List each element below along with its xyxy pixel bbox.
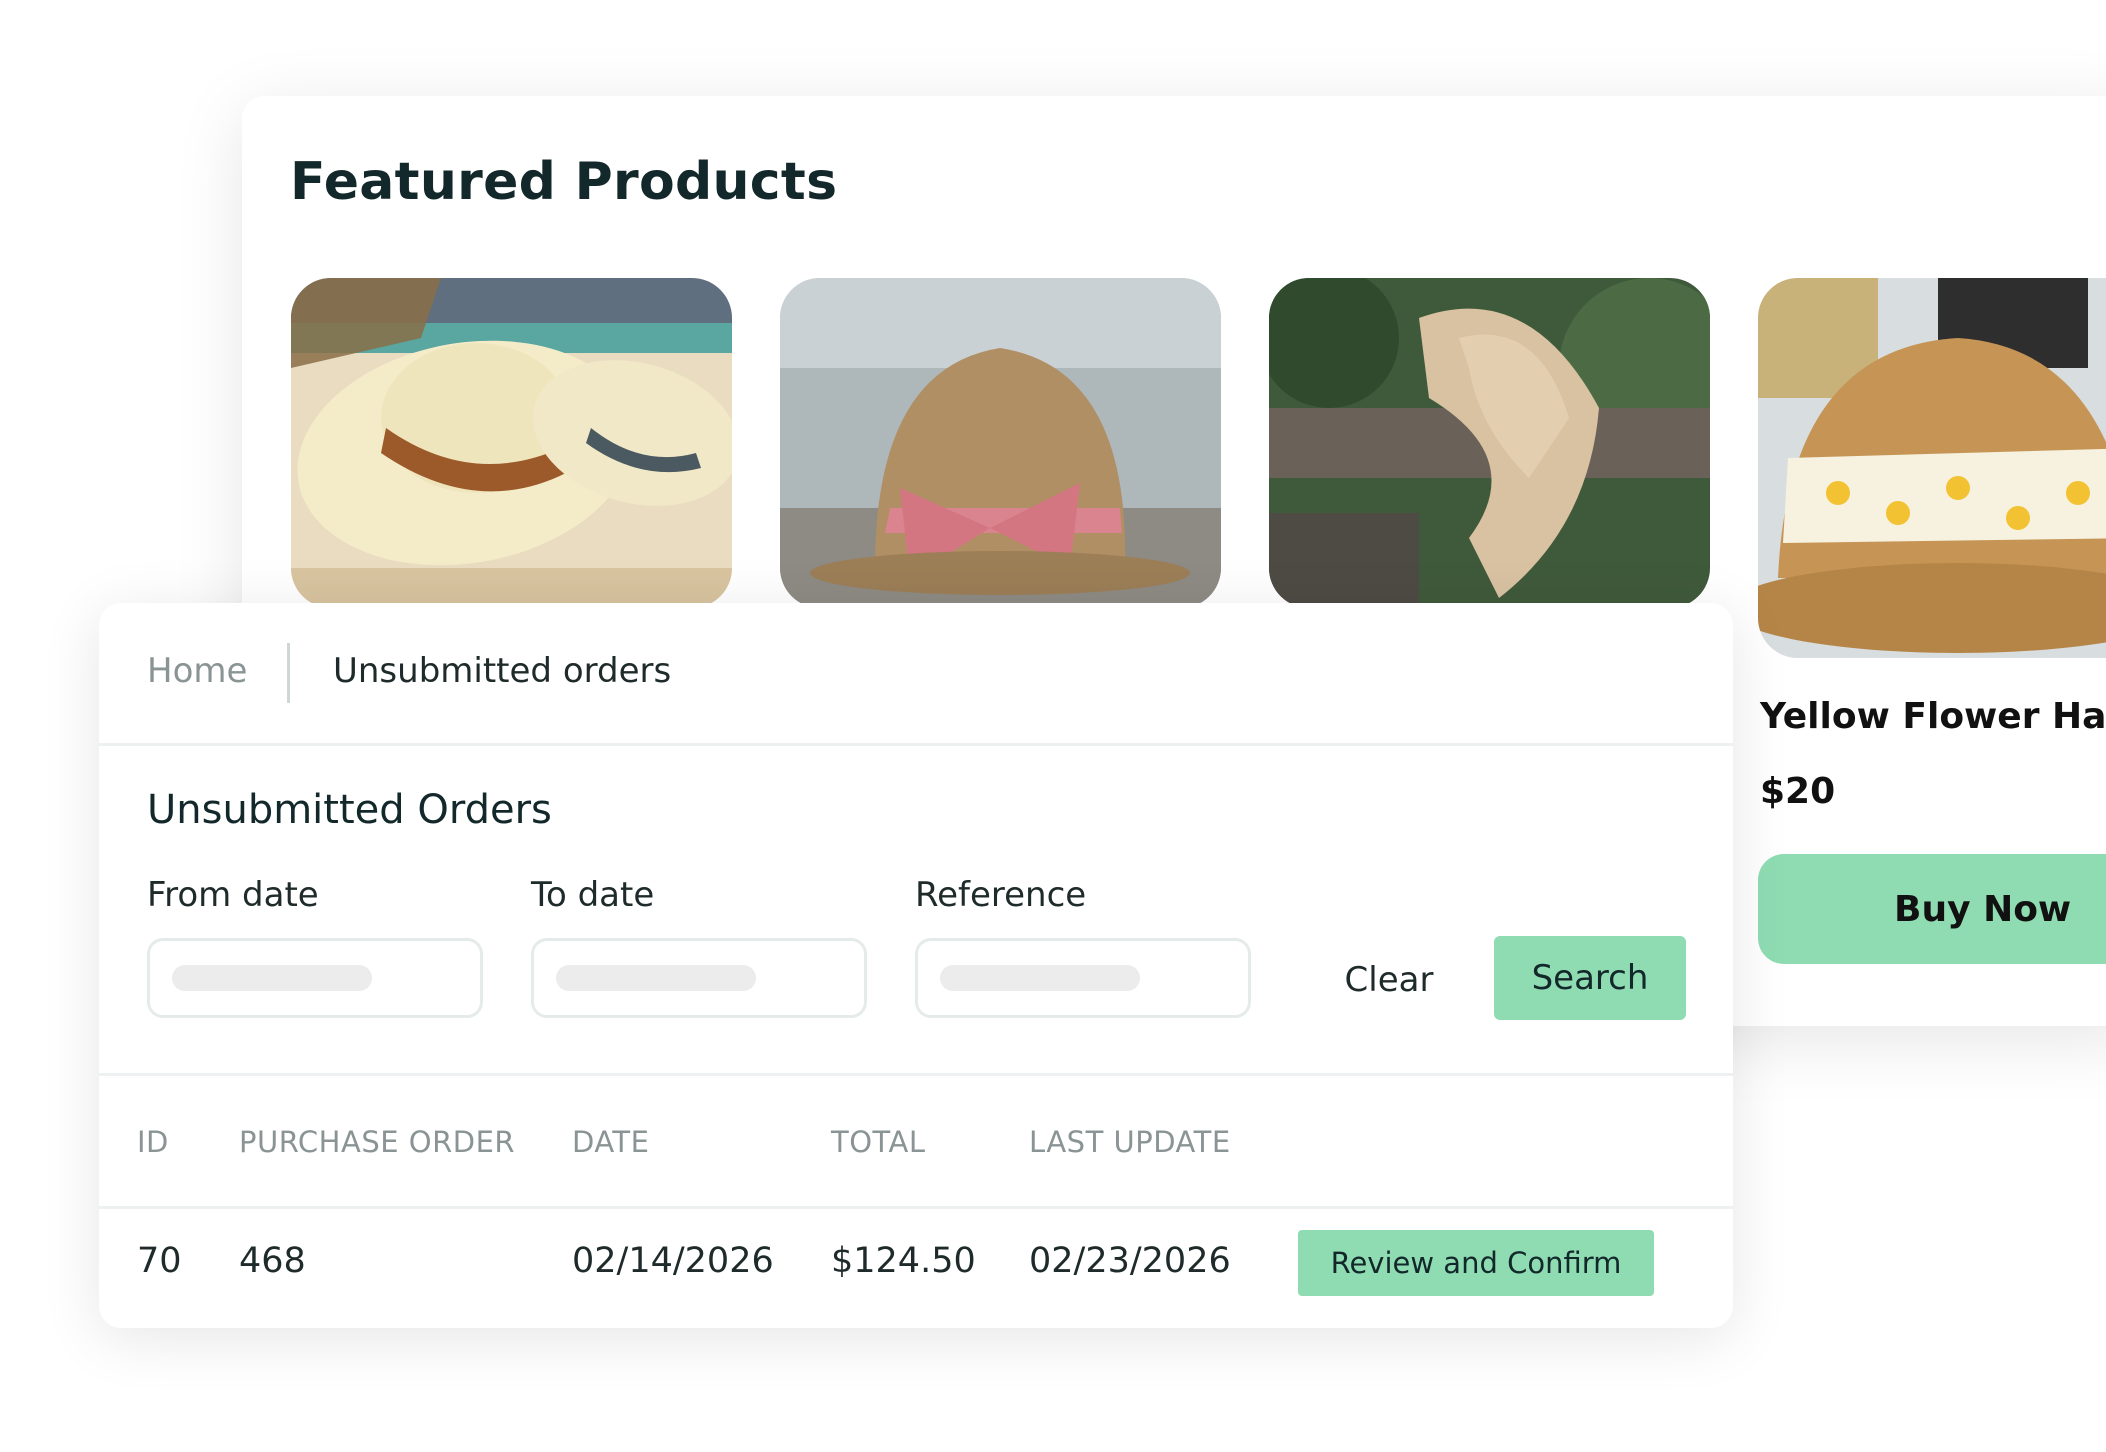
to-date-input[interactable] (531, 938, 867, 1018)
reference-input[interactable] (915, 938, 1251, 1018)
placeholder-bar (940, 965, 1140, 991)
orders-title: Unsubmitted Orders (147, 787, 552, 833)
cell-id: 70 (137, 1241, 182, 1281)
column-header-last-update[interactable]: LAST UPDATE (1029, 1125, 1231, 1159)
breadcrumb-home-link[interactable]: Home (147, 651, 247, 691)
divider (99, 1206, 1733, 1209)
product-image-1[interactable] (291, 278, 732, 608)
cowboy-hat-on-post-image (1269, 278, 1710, 608)
unsubmitted-orders-card: Home Unsubmitted orders Unsubmitted Orde… (99, 603, 1733, 1328)
placeholder-bar (556, 965, 756, 991)
cell-purchase-order: 468 (239, 1241, 306, 1281)
column-header-date[interactable]: DATE (572, 1125, 649, 1159)
to-date-label: To date (531, 875, 655, 915)
product-name: Yellow Flower Hat (1760, 696, 2106, 737)
buy-now-button[interactable]: Buy Now (1758, 854, 2106, 964)
cell-last-update: 02/23/2026 (1029, 1241, 1231, 1281)
cell-total: $124.50 (831, 1241, 976, 1281)
product-price: $20 (1760, 771, 1836, 812)
breadcrumb-current: Unsubmitted orders (333, 651, 672, 691)
divider (99, 1073, 1733, 1076)
from-date-label: From date (147, 875, 319, 915)
reference-label: Reference (915, 875, 1087, 915)
search-button[interactable]: Search (1494, 936, 1686, 1020)
product-image-4[interactable] (1758, 278, 2106, 658)
cell-date: 02/14/2026 (572, 1241, 774, 1281)
clear-button[interactable]: Clear (1319, 938, 1459, 1022)
cream-sun-hat-image (291, 278, 732, 608)
yellow-flower-hat-image (1758, 278, 2106, 658)
breadcrumb: Home Unsubmitted orders (99, 603, 1733, 746)
review-and-confirm-button[interactable]: Review and Confirm (1298, 1230, 1654, 1296)
column-header-purchase-order[interactable]: PURCHASE ORDER (239, 1125, 515, 1159)
straw-hat-pink-bow-image (780, 278, 1221, 608)
placeholder-bar (172, 965, 372, 991)
column-header-id[interactable]: ID (137, 1125, 169, 1159)
breadcrumb-separator (287, 643, 290, 703)
featured-products-title: Featured Products (290, 152, 838, 212)
product-image-2[interactable] (780, 278, 1221, 608)
from-date-input[interactable] (147, 938, 483, 1018)
column-header-total[interactable]: TOTAL (831, 1125, 926, 1159)
product-image-3[interactable] (1269, 278, 1710, 608)
